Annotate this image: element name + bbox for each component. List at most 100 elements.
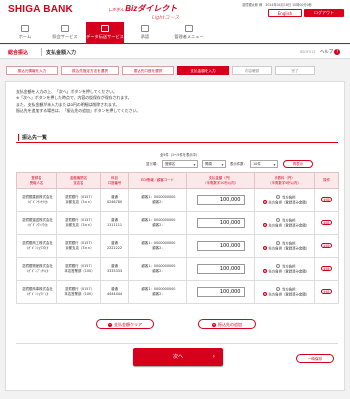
edi-cell: 顧客1：0000000000 顧客2： — [128, 257, 187, 281]
step-3: 振込先口座を選択 — [122, 66, 174, 75]
amount-cell: 100,000 — [186, 280, 255, 304]
fee-option-payee[interactable]: 先方負担（登録済み金額） — [258, 223, 314, 228]
edi-code-2: 顧客2： — [152, 223, 165, 227]
account-number: 1111111 — [106, 223, 123, 227]
page-category: 総合振込 — [8, 50, 29, 56]
bank-logo: SHIGA BANK — [8, 4, 73, 15]
fee-cell: 当方負担 先方負担（登録済み金額） — [254, 280, 315, 304]
approval-icon — [141, 25, 149, 32]
radio-icon — [262, 269, 267, 273]
table-row: 滋賀銀物産株式会社 ｼｶﾞｷﾞﾝﾌﾞｯｻﾝ(ｶ 滋賀銀行（0157） 本店営業部（10… — [16, 257, 339, 281]
radio-icon — [262, 223, 267, 227]
instruction-line: ※「次へ」ボタンを押した時点で、内容の仮保存が保存されます。 — [16, 95, 132, 101]
global-nav: ホーム 照会サービス データ伝送サービス 承認 管理者メニュー — [0, 22, 350, 44]
account-number: 4444444 — [106, 292, 123, 296]
table-row: 滋賀銀建設株式会社 ｼｶﾞｷﾞﾝｹﾝｾﾂ(ｶ 滋賀銀行（0157） 京都支店（3××）… — [16, 188, 339, 212]
amount-input[interactable]: 100,000 — [196, 218, 245, 228]
nav-inquiry[interactable]: 照会サービス — [46, 22, 84, 43]
amount-cell: 100,000 — [186, 211, 255, 235]
fee-cell: 当方負担 先方負担（登録済み金額） — [254, 188, 315, 212]
add-label: 振込先の追加 — [218, 322, 242, 327]
fee-option-label: 当方負担 — [281, 287, 296, 292]
inquiry-icon — [61, 25, 69, 32]
next-button[interactable]: 次へ › — [133, 348, 223, 366]
col-bank: 金融機関名 支店名 — [56, 172, 101, 189]
section-title: 振込先一覧 — [18, 134, 47, 141]
edi-code-2: 顧客2： — [152, 269, 165, 273]
nav-data-transfer[interactable]: データ伝送サービス — [86, 22, 124, 43]
step-1: 振込元情報を入力 — [6, 66, 58, 75]
fee-option-payee[interactable]: 先方負担（登録済み金額） — [258, 200, 314, 205]
delete-button[interactable]: 削除 — [321, 289, 332, 295]
bank-cell: 滋賀銀行（0157） 本店営業部（100） — [56, 257, 101, 281]
action-cell: 削除 — [314, 234, 339, 258]
fee-option-payee[interactable]: 先方負担（登録済み金額） — [258, 292, 314, 297]
fee-option-label: 当方負担 — [281, 218, 296, 223]
amount-cell: 100,000 — [186, 188, 255, 212]
admin-icon — [185, 25, 193, 32]
nav-approval[interactable]: 承認 — [126, 22, 164, 43]
main-panel: 支払金額を入力の上、「次へ」ボタンを押してください。 ※「次へ」ボタンを押した時… — [5, 81, 345, 391]
radio-icon — [276, 286, 281, 291]
order-select[interactable]: 昇順 — [202, 160, 226, 168]
col-account: 科目 口座番号 — [100, 172, 129, 189]
branch-name: 本店営業部（100） — [64, 269, 95, 273]
fee-option-payee[interactable]: 先方負担（登録済み金額） — [258, 246, 314, 251]
delete-button[interactable]: 削除 — [321, 243, 332, 249]
english-button[interactable]: English — [268, 9, 302, 17]
sort-select[interactable]: 登録名 — [162, 160, 198, 168]
step-5: 内容確認 — [232, 66, 272, 75]
radio-icon — [276, 263, 281, 268]
payee-table: 登録名 受取人名 金融機関名 支店名 科目 口座番号 EDI情報／顧客コード 支払金額… — [16, 172, 339, 304]
temp-save-button[interactable]: 一時保存 — [296, 354, 334, 363]
instruction-line: 振込先を追加する場合は、「振込先の追加」ボタンを押してください。 — [16, 108, 141, 114]
radio-icon — [276, 194, 281, 199]
radio-icon — [262, 292, 267, 296]
payee-cell: 滋賀銀商工株式会社 ｼｶﾞｷﾞﾝｼｮｳｺｳ(ｶ — [16, 234, 57, 258]
service-prefix: しがぎん — [108, 7, 124, 12]
fee-option-payee[interactable]: 先方負担（登録済み金額） — [258, 269, 314, 274]
home-icon — [21, 25, 29, 32]
edi-code-2: 顧客2： — [152, 292, 165, 296]
clear-amount-button[interactable]: − 支払金額クリア — [96, 319, 154, 329]
payee-kana: ｼｶﾞｷﾞﾝｳﾝｿｳ(ｶ — [27, 223, 48, 227]
amount-input[interactable]: 100,000 — [196, 287, 245, 297]
plus-icon: + — [212, 322, 216, 327]
amount-input[interactable]: 100,000 — [196, 264, 245, 274]
nav-label: 管理者メニュー — [174, 34, 204, 39]
service-logo: しがぎん Bizダイレクト Lightコース — [108, 3, 179, 21]
footer-divider — [16, 343, 338, 344]
section-divider — [16, 142, 338, 143]
add-payee-button[interactable]: + 振込先の追加 — [198, 319, 256, 329]
col-fee: 手数料（円） （半角数字5桁以内） — [254, 172, 315, 189]
page-header: 総合振込 支払金額入力 BSGF013 ヘルプ? — [0, 45, 350, 59]
payee-cell: 滋賀銀運送株式会社 ｼｶﾞｷﾞﾝｳﾝｿｳ(ｶ — [16, 211, 57, 235]
payee-cell: 滋賀銀商事株式会社 ｼｶﾞｷﾞﾝｼｮｳｼﾞ(ｶ — [16, 280, 57, 304]
perpage-select[interactable]: 10件 — [250, 160, 278, 168]
nav-label: 承認 — [140, 34, 150, 39]
action-cell: 削除 — [314, 188, 339, 212]
nav-home[interactable]: ホーム — [6, 22, 44, 43]
edi-code-2: 顧客2： — [152, 200, 165, 204]
payee-kana: ｼｶﾞｷﾞﾝｹﾝｾﾂ(ｶ — [27, 200, 48, 204]
delete-button[interactable]: 削除 — [321, 266, 332, 272]
top-bar: SHIGA BANK しがぎん Bizダイレクト Lightコース 滋賀銀太郎 … — [0, 0, 350, 22]
delete-button[interactable]: 削除 — [321, 197, 332, 203]
logout-button[interactable]: ログアウト — [304, 9, 344, 17]
col-action: 操作 — [314, 172, 339, 189]
nav-label: 照会サービス — [52, 34, 78, 39]
branch-name: 本店営業部（100） — [64, 292, 95, 296]
nav-admin[interactable]: 管理者メニュー — [166, 22, 212, 43]
step-6: 完了 — [275, 66, 315, 75]
amount-input[interactable]: 100,000 — [196, 241, 245, 251]
payee-kana: ｼｶﾞｷﾞﾝﾌﾞｯｻﾝ(ｶ — [26, 269, 49, 273]
transfer-icon — [101, 25, 109, 32]
account-cell: 普通 0246780 — [100, 188, 129, 212]
help-link[interactable]: ヘルプ? — [320, 49, 341, 55]
amount-input[interactable]: 100,000 — [196, 195, 245, 205]
refresh-button[interactable]: 再表示 — [283, 160, 313, 168]
account-cell: 普通 2222222 — [100, 234, 129, 258]
account-cell: 普通 3333333 — [100, 257, 129, 281]
delete-button[interactable]: 削除 — [321, 220, 332, 226]
action-cell: 削除 — [314, 280, 339, 304]
